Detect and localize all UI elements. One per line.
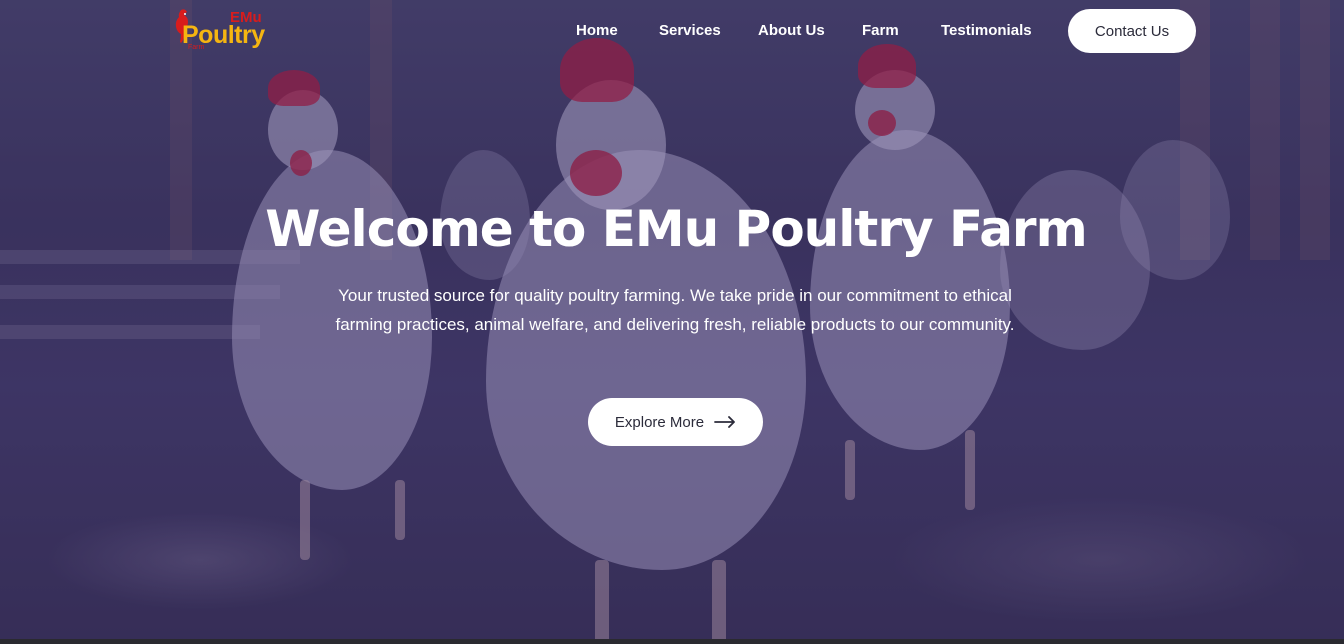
nav-farm[interactable]: Farm: [862, 22, 899, 39]
nav-about-us[interactable]: About Us: [758, 22, 825, 39]
contact-us-button[interactable]: Contact Us: [1068, 9, 1196, 53]
explore-more-label: Explore More: [614, 413, 705, 431]
arrow-right-icon: [714, 416, 736, 428]
explore-more-button[interactable]: Explore More: [588, 398, 763, 446]
nav-home[interactable]: Home: [576, 22, 618, 39]
bottom-edge: [0, 639, 1344, 644]
hero-title: Welcome to EMu Poultry Farm: [265, 200, 1087, 258]
nav-testimonials[interactable]: Testimonials: [941, 22, 1032, 39]
nav-services[interactable]: Services: [659, 22, 721, 39]
hero-subtitle: Your trusted source for quality poultry …: [335, 286, 1015, 334]
logo-farm-text: Farm: [188, 44, 205, 51]
